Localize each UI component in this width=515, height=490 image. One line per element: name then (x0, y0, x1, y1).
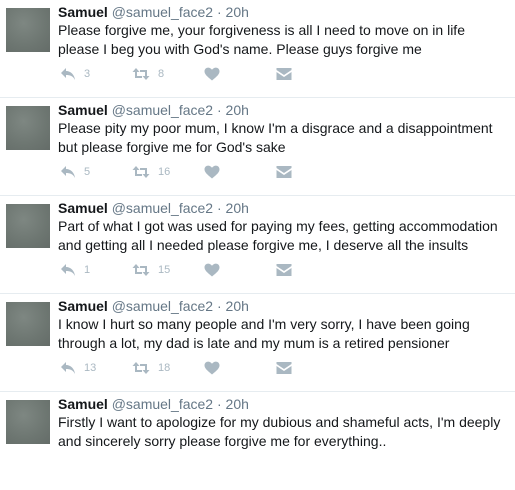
separator-dot: · (216, 102, 222, 118)
tweet-header: Samuel @samuel_face2 · 20h (58, 101, 509, 119)
tweet[interactable]: Samuel @samuel_face2 · 20h Please pity m… (0, 98, 515, 196)
avatar[interactable] (6, 302, 50, 346)
reply-count: 13 (84, 362, 97, 374)
avatar[interactable] (6, 8, 50, 52)
reply-icon (60, 67, 76, 81)
heart-icon (204, 263, 220, 277)
tweet-feed: Samuel @samuel_face2 · 20h Please forgiv… (0, 0, 515, 490)
separator-dot: · (216, 298, 222, 314)
tweet-actions: 3 8 (58, 66, 318, 82)
author-name[interactable]: Samuel (58, 102, 108, 118)
tweet-content: Samuel @samuel_face2 · 20h Please pity m… (58, 98, 509, 157)
retweet-icon (132, 263, 150, 277)
heart-icon (204, 67, 220, 81)
retweet-icon (132, 67, 150, 81)
timestamp[interactable]: 20h (226, 200, 249, 216)
tweet[interactable]: Samuel @samuel_face2 · 20h Part of what … (0, 196, 515, 294)
tweet-actions: 1 15 (58, 262, 318, 278)
tweet[interactable]: Samuel @samuel_face2 · 20h I know I hurt… (0, 294, 515, 392)
reply-icon (60, 165, 76, 179)
timestamp[interactable]: 20h (226, 396, 249, 412)
tweet-text: Please forgive me, your forgiveness is a… (58, 22, 465, 57)
reply-icon (60, 361, 76, 375)
direct-message-button[interactable] (276, 262, 292, 278)
tweet-content: Samuel @samuel_face2 · 20h Part of what … (58, 196, 509, 255)
separator-dot: · (216, 4, 222, 20)
like-button[interactable] (204, 262, 220, 278)
like-button[interactable] (204, 164, 220, 180)
retweet-icon (132, 361, 150, 375)
tweet-content: Samuel @samuel_face2 · 20h I know I hurt… (58, 294, 509, 353)
author-name[interactable]: Samuel (58, 298, 108, 314)
direct-message-button[interactable] (276, 360, 292, 376)
direct-message-icon (276, 165, 292, 179)
reply-icon (60, 263, 76, 277)
reply-count: 5 (84, 166, 91, 178)
separator-dot: · (216, 200, 222, 216)
author-handle[interactable]: @samuel_face2 (112, 298, 213, 314)
tweet-text: Part of what I got was used for paying m… (58, 218, 498, 253)
tweet-header: Samuel @samuel_face2 · 20h (58, 297, 509, 315)
like-button[interactable] (204, 360, 220, 376)
tweet-actions: 5 16 (58, 164, 318, 180)
reply-button[interactable]: 1 (60, 262, 90, 278)
retweet-count: 15 (158, 264, 171, 276)
tweet-header: Samuel @samuel_face2 · 20h (58, 3, 509, 21)
direct-message-icon (276, 67, 292, 81)
retweet-button[interactable]: 8 (132, 66, 164, 82)
retweet-icon (132, 165, 150, 179)
reply-button[interactable]: 13 (60, 360, 96, 376)
timestamp[interactable]: 20h (226, 298, 249, 314)
avatar[interactable] (6, 400, 50, 444)
author-handle[interactable]: @samuel_face2 (112, 396, 213, 412)
author-name[interactable]: Samuel (58, 200, 108, 216)
tweet-actions: 13 18 (58, 360, 318, 376)
tweet-header: Samuel @samuel_face2 · 20h (58, 199, 509, 217)
tweet-text: Please pity my poor mum, I know I'm a di… (58, 120, 493, 155)
tweet-content: Samuel @samuel_face2 · 20h Firstly I wan… (58, 392, 509, 451)
tweet[interactable]: Samuel @samuel_face2 · 20h Please forgiv… (0, 0, 515, 98)
reply-button[interactable]: 3 (60, 66, 90, 82)
retweet-count: 18 (158, 362, 171, 374)
retweet-button[interactable]: 15 (132, 262, 170, 278)
author-name[interactable]: Samuel (58, 4, 108, 20)
reply-button[interactable]: 5 (60, 164, 90, 180)
author-handle[interactable]: @samuel_face2 (112, 200, 213, 216)
heart-icon (204, 165, 220, 179)
tweet-text: Firstly I want to apologize for my dubio… (58, 414, 501, 449)
reply-count: 1 (84, 264, 91, 276)
tweet-content: Samuel @samuel_face2 · 20h Please forgiv… (58, 0, 509, 59)
tweet-text: I know I hurt so many people and I'm ver… (58, 316, 470, 351)
retweet-count: 16 (158, 166, 171, 178)
author-name[interactable]: Samuel (58, 396, 108, 412)
like-button[interactable] (204, 66, 220, 82)
author-handle[interactable]: @samuel_face2 (112, 4, 213, 20)
direct-message-icon (276, 263, 292, 277)
retweet-button[interactable]: 16 (132, 164, 170, 180)
heart-icon (204, 361, 220, 375)
avatar[interactable] (6, 204, 50, 248)
avatar[interactable] (6, 106, 50, 150)
tweet-header: Samuel @samuel_face2 · 20h (58, 395, 509, 413)
separator-dot: · (216, 396, 222, 412)
retweet-button[interactable]: 18 (132, 360, 170, 376)
direct-message-icon (276, 361, 292, 375)
reply-count: 3 (84, 68, 91, 80)
timestamp[interactable]: 20h (226, 102, 249, 118)
timestamp[interactable]: 20h (226, 4, 249, 20)
author-handle[interactable]: @samuel_face2 (112, 102, 213, 118)
direct-message-button[interactable] (276, 66, 292, 82)
retweet-count: 8 (158, 68, 165, 80)
tweet[interactable]: Samuel @samuel_face2 · 20h Firstly I wan… (0, 392, 515, 490)
direct-message-button[interactable] (276, 164, 292, 180)
